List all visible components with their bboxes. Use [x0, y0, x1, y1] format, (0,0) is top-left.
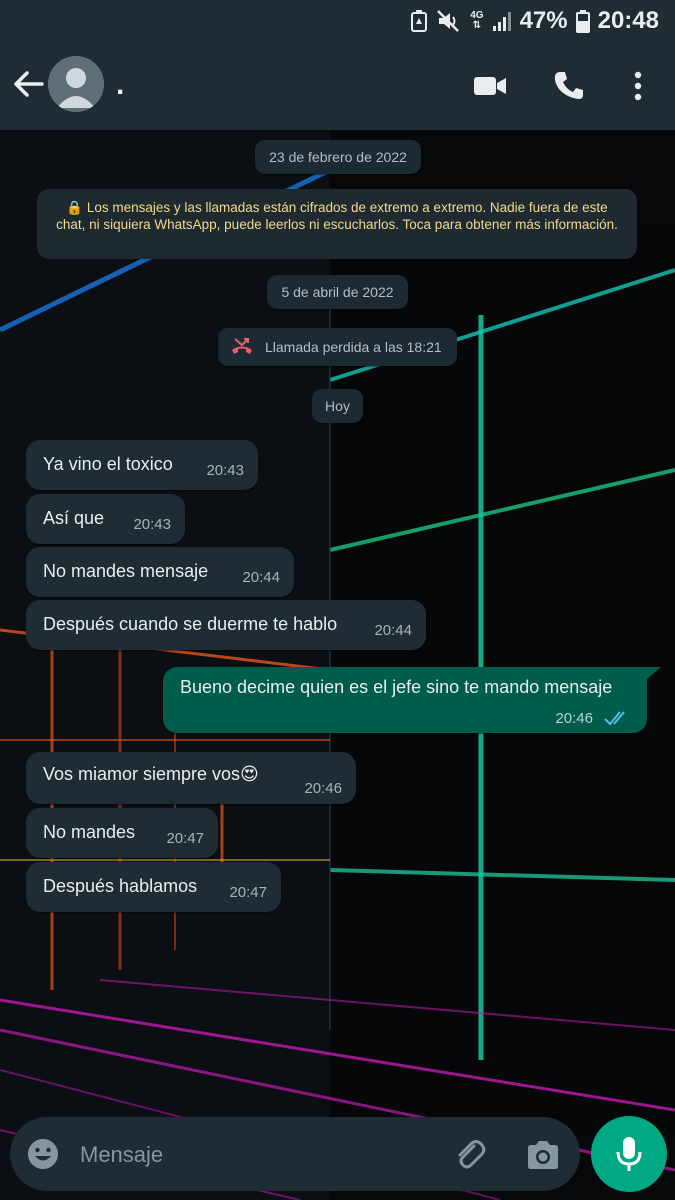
contact-name[interactable]: .: [116, 68, 124, 102]
missed-call-notice[interactable]: Llamada perdida a las 18:21: [218, 328, 457, 366]
voice-message-button[interactable]: [591, 1116, 667, 1192]
read-receipt-icon: [604, 711, 625, 726]
clock: 20:48: [597, 7, 659, 34]
message-text: No mandes: [43, 822, 136, 842]
phone-call-icon[interactable]: [549, 66, 589, 106]
status-bar: 4G ⇅ 47% 20:48: [0, 0, 675, 44]
message-incoming[interactable]: Ya vino el toxico 20:43: [26, 440, 258, 490]
message-incoming[interactable]: Vos miamor siempre vos😍 20:46: [26, 752, 356, 804]
message-time: 20:46: [555, 710, 593, 727]
message-text: Ya vino el toxico: [43, 454, 173, 474]
camera-icon[interactable]: [524, 1137, 562, 1173]
microphone-icon: [616, 1137, 642, 1171]
message-time: 20:47: [166, 830, 204, 847]
message-text: Después hablamos: [43, 876, 198, 896]
back-arrow-icon[interactable]: [8, 64, 48, 104]
message-time: 20:44: [374, 622, 412, 639]
date-divider: 5 de abril de 2022: [267, 275, 408, 309]
message-incoming[interactable]: Así que 20:43: [26, 494, 185, 544]
message-time: 20:46: [304, 780, 342, 797]
bubble-tail: [645, 667, 661, 681]
message-text: Después cuando se duerme te hablo: [43, 614, 338, 634]
encryption-notice[interactable]: 🔒 Los mensajes y las llamadas están cifr…: [37, 189, 637, 259]
date-divider: 23 de febrero de 2022: [255, 140, 421, 174]
chat-header: .: [0, 44, 675, 130]
video-call-icon[interactable]: [470, 66, 510, 106]
emoji-icon[interactable]: [26, 1137, 60, 1171]
avatar[interactable]: [48, 56, 104, 112]
message-incoming[interactable]: Después cuando se duerme te hablo 20:44: [26, 600, 426, 650]
message-incoming[interactable]: Después hablamos 20:47: [26, 862, 281, 912]
battery-saver-icon: [411, 10, 428, 32]
message-input[interactable]: [78, 1135, 442, 1175]
message-time: 20:43: [133, 516, 171, 533]
message-incoming[interactable]: No mandes mensaje 20:44: [26, 547, 294, 597]
missed-call-label: Llamada perdida a las 18:21: [265, 339, 442, 355]
message-outgoing[interactable]: Bueno decime quien es el jefe sino te ma…: [163, 667, 647, 733]
message-time: 20:44: [242, 569, 280, 586]
message-composer: [10, 1117, 580, 1191]
battery-percent: 47%: [519, 7, 568, 34]
missed-call-icon: [232, 338, 252, 354]
top-bar: 4G ⇅ 47% 20:48 .: [0, 0, 675, 130]
message-time: 20:47: [229, 884, 267, 901]
more-options-icon[interactable]: [618, 66, 658, 106]
message-text: Así que: [43, 508, 105, 528]
mute-icon: [437, 10, 460, 32]
signal-icon: [492, 12, 511, 31]
message-text: Bueno decime quien es el jefe sino te ma…: [180, 677, 613, 697]
date-divider: Hoy: [312, 389, 363, 423]
whatsapp-chat-screen: 4G ⇅ 47% 20:48 . 23 de febrero de 2022 🔒…: [0, 0, 675, 1200]
avatar-icon: [48, 56, 104, 112]
message-text: Vos miamor siempre vos😍: [43, 764, 259, 784]
attach-icon[interactable]: [452, 1137, 488, 1173]
battery-icon: [575, 10, 590, 33]
message-time: 20:43: [206, 462, 244, 479]
message-text: No mandes mensaje: [43, 561, 209, 581]
network-type: 4G ⇅: [470, 10, 484, 31]
message-incoming[interactable]: No mandes 20:47: [26, 808, 218, 858]
